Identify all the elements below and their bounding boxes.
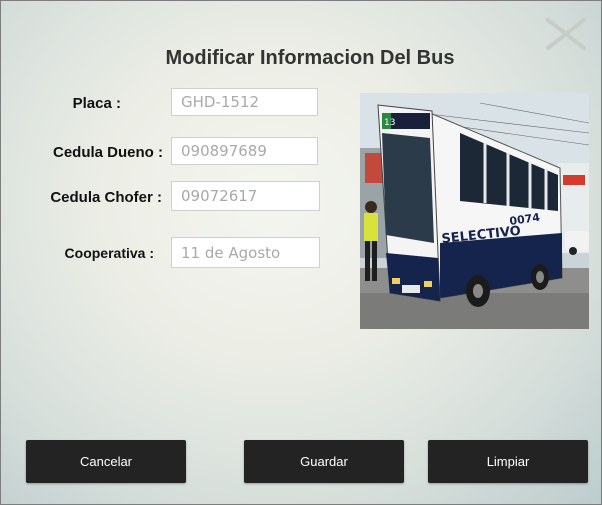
placa-field[interactable] <box>171 88 318 116</box>
bus-illustration: 13 SELECTIVO 0074 <box>360 93 589 329</box>
save-button[interactable]: Guardar <box>244 440 404 483</box>
cedula-dueno-field[interactable] <box>171 137 318 165</box>
cedula-chofer-field[interactable] <box>171 181 320 211</box>
cooperativa-label: Cooperativa : <box>64 245 154 261</box>
cedula-chofer-label: Cedula Chofer : <box>50 189 162 206</box>
clear-button[interactable]: Limpiar <box>428 440 588 483</box>
page-title: Modificar Informacion Del Bus <box>165 47 455 69</box>
cancel-button[interactable]: Cancelar <box>26 440 186 483</box>
cedula-dueno-label: Cedula Dueno : <box>52 144 163 161</box>
route-number: 13 <box>384 118 395 128</box>
bus-photo: 13 SELECTIVO 0074 <box>360 93 589 329</box>
bus-edit-window: Modificar Informacion Del Bus Placa : Ce… <box>0 0 602 505</box>
placa-label: Placa : <box>72 95 121 112</box>
cooperativa-field[interactable] <box>171 237 320 268</box>
close-icon[interactable] <box>543 15 587 51</box>
